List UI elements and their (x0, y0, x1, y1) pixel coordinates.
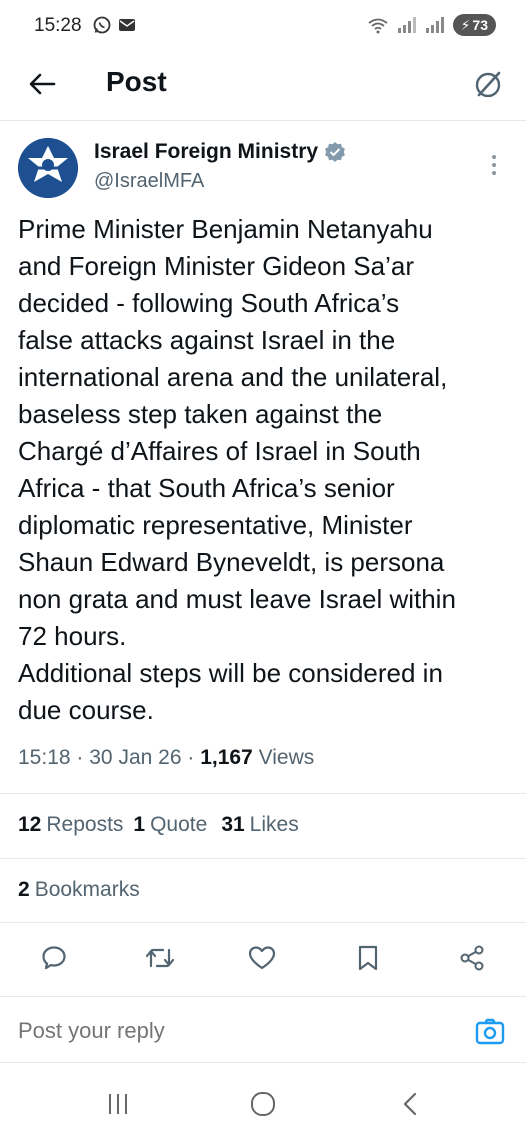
whatsapp-icon (93, 16, 111, 34)
action-bar (0, 938, 526, 982)
reply-divider (0, 1062, 526, 1063)
post-date[interactable]: 30 Jan 26 (89, 746, 181, 769)
post-header: Post (0, 52, 526, 116)
actions-divider (0, 996, 526, 997)
signal-icon (397, 17, 416, 33)
author-name-text: Israel Foreign Ministry (94, 140, 319, 163)
like-button[interactable] (244, 938, 280, 978)
signal-icon-2 (425, 17, 444, 33)
post-meta: 15:18 · 30 Jan 26 · 1,167 Views (18, 746, 314, 770)
home-icon (251, 1092, 275, 1116)
views-count: 1,167 (200, 746, 253, 769)
status-right: ⚡ 73 (367, 14, 496, 36)
quote-stat[interactable]: 1 Quote (133, 813, 207, 837)
meta-separator: · (76, 746, 84, 769)
battery-level: 73 (472, 17, 488, 33)
charging-bolt-icon: ⚡ (460, 16, 471, 33)
more-dot-icon (492, 155, 496, 159)
bookmarks-count: 2 (18, 878, 30, 901)
arrow-left-icon (29, 73, 56, 95)
grok-icon (475, 71, 501, 98)
share-button[interactable] (454, 938, 490, 978)
like-icon (248, 946, 276, 970)
chevron-left-icon (403, 1092, 417, 1116)
author-name[interactable]: Israel Foreign Ministry (94, 140, 346, 164)
wifi-icon (368, 18, 388, 34)
status-time: 15:28 (34, 15, 82, 36)
header-divider (0, 120, 526, 121)
bookmarks-stat[interactable]: 2 Bookmarks (18, 878, 140, 902)
likes-stat[interactable]: 31 Likes (221, 813, 298, 837)
reposts-count: 12 (18, 813, 42, 836)
page-title: Post (106, 66, 167, 97)
bookmark-icon (358, 945, 378, 971)
grok-button[interactable] (468, 64, 508, 104)
likes-count: 31 (221, 813, 245, 836)
more-options-button[interactable] (484, 150, 504, 180)
notification-icons (92, 15, 136, 35)
more-dot-icon (492, 163, 496, 167)
quote-label: Quote (150, 813, 208, 836)
repost-icon (145, 948, 175, 968)
verified-badge-icon (325, 142, 345, 162)
post-time[interactable]: 15:18 (18, 746, 71, 769)
more-dot-icon (492, 171, 496, 175)
reply-button[interactable] (36, 938, 72, 978)
reposts-label: Reposts (46, 813, 124, 836)
system-back-button[interactable] (390, 1088, 430, 1120)
bookmark-button[interactable] (350, 938, 386, 978)
status-bar: 15:28 ⚡ 73 (0, 0, 526, 52)
avatar[interactable] (18, 138, 78, 198)
meta-divider (0, 793, 526, 794)
bookmarks-label: Bookmarks (34, 878, 140, 901)
share-icon (460, 945, 484, 971)
likes-label: Likes (249, 813, 299, 836)
camera-button[interactable] (474, 1016, 506, 1048)
reply-icon (42, 946, 66, 970)
meta-separator: · (187, 746, 195, 769)
views-label: Views (258, 746, 315, 769)
reply-input[interactable] (18, 1018, 418, 1044)
back-button[interactable] (22, 64, 62, 104)
stats-divider (0, 858, 526, 859)
quote-count: 1 (133, 813, 146, 836)
mail-icon (119, 19, 135, 31)
author-handle[interactable]: @IsraelMFA (94, 170, 204, 193)
post-text: Prime Minister Benjamin Netanyahu and Fo… (18, 214, 456, 725)
home-button[interactable] (243, 1088, 283, 1120)
engagement-stats: 12 Reposts 1 Quote 31 Likes (18, 813, 299, 837)
recents-icon (109, 1094, 127, 1114)
israel-mfa-logo-icon (18, 138, 78, 198)
bookmarks-divider (0, 922, 526, 923)
reply-bar (0, 998, 526, 1068)
camera-icon (475, 1018, 505, 1045)
repost-button[interactable] (142, 938, 178, 978)
system-nav-bar (0, 1068, 526, 1140)
reposts-stat[interactable]: 12 Reposts (18, 813, 123, 837)
recents-button[interactable] (98, 1088, 138, 1120)
battery-icon: ⚡ 73 (452, 14, 496, 36)
